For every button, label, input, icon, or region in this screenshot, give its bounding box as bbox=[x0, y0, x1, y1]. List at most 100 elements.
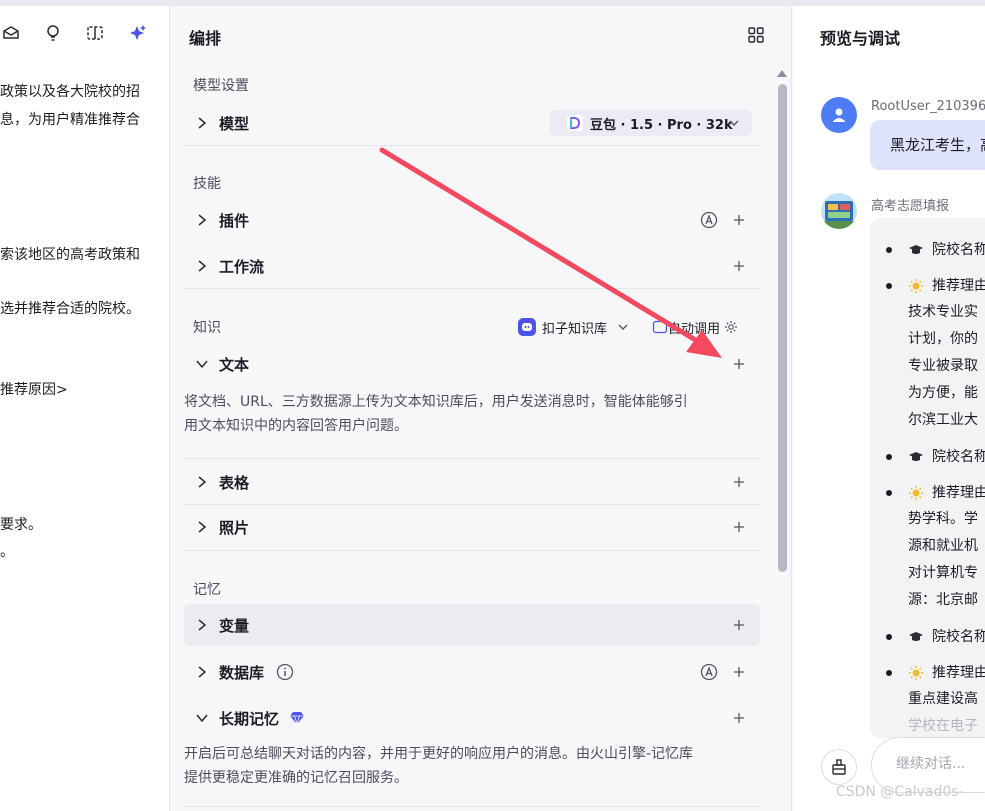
row-photo[interactable]: 照片 bbox=[184, 506, 760, 548]
row-model-label: 模型 bbox=[219, 115, 250, 133]
bot-message-line: 源：北京邮 bbox=[908, 592, 978, 608]
row-long-memory[interactable]: 长期记忆 bbox=[184, 697, 760, 739]
sun-icon bbox=[909, 486, 923, 500]
plus-icon[interactable] bbox=[731, 212, 747, 228]
gear-icon[interactable] bbox=[724, 320, 738, 334]
divider bbox=[184, 288, 760, 289]
chevron-right-icon bbox=[198, 619, 207, 631]
row-database[interactable]: 数据库 bbox=[184, 651, 760, 693]
persona-panel: 政策以及各大院校的招 息，为用户精准推荐合 索该地区的高考政策和 选并推荐合适的院校。… bbox=[0, 6, 170, 811]
persona-prompt-line: 要求。 bbox=[0, 517, 42, 533]
knowledge-base-selector[interactable]: 扣子知识库 bbox=[518, 316, 629, 338]
bot-message-line: 计划，你的 bbox=[908, 331, 978, 347]
auto-call-toggle[interactable]: 自动调用 bbox=[652, 316, 738, 338]
sun-icon bbox=[909, 279, 923, 293]
info-icon[interactable] bbox=[276, 663, 294, 681]
chevron-right-icon bbox=[198, 476, 207, 488]
bot-avatar-image-icon bbox=[821, 193, 857, 229]
scroll-up-arrow-icon[interactable] bbox=[776, 68, 788, 78]
chevron-down-icon bbox=[196, 360, 208, 369]
chat-input[interactable] bbox=[896, 756, 985, 772]
bot-message-line: 学校在电子 bbox=[908, 718, 978, 734]
chevron-right-icon bbox=[198, 666, 207, 678]
row-plugins-label: 插件 bbox=[219, 212, 250, 230]
graduation-cap-icon bbox=[909, 452, 923, 461]
auto-call-a-icon[interactable] bbox=[700, 211, 718, 229]
row-workflow[interactable]: 工作流 bbox=[184, 245, 760, 287]
split-view-icon[interactable] bbox=[84, 22, 106, 44]
persona-prompt-line: 政策以及各大院校的招 bbox=[0, 84, 140, 100]
graduation-cap-icon bbox=[909, 632, 923, 641]
auto-call-icon bbox=[652, 320, 668, 334]
orchestration-panel: 编排 模型设置 模型 豆包 · 1.5 · Pro · 32k 技能 插件 工作… bbox=[170, 6, 792, 811]
plus-icon[interactable] bbox=[731, 664, 747, 680]
section-model-settings: 模型设置 bbox=[193, 78, 249, 94]
user-message-text: 黑龙江考生，高 bbox=[890, 136, 985, 154]
bot-message-line: 尔滨工业大 bbox=[908, 412, 978, 428]
auto-call-label: 自动调用 bbox=[668, 321, 721, 337]
premium-diamond-icon bbox=[290, 712, 304, 725]
list-bullet bbox=[886, 247, 892, 253]
knowledge-base-name: 扣子知识库 bbox=[542, 321, 608, 337]
plus-icon[interactable] bbox=[731, 474, 747, 490]
list-bullet bbox=[886, 490, 892, 496]
row-table-label: 表格 bbox=[219, 474, 250, 492]
plus-icon[interactable] bbox=[731, 617, 747, 633]
divider bbox=[184, 458, 760, 459]
row-photo-label: 照片 bbox=[219, 519, 250, 537]
ai-optimize-icon[interactable] bbox=[127, 22, 149, 44]
plus-icon[interactable] bbox=[731, 710, 747, 726]
divider bbox=[184, 145, 760, 146]
bot-avatar bbox=[821, 193, 857, 229]
row-plugins[interactable]: 插件 bbox=[184, 199, 760, 241]
bot-message-bubble: 院校名称 推荐理由 技术专业实 计划，你的 专业被录取 为方便，能 尔滨工业大 院校名称 推荐理… bbox=[870, 218, 985, 738]
doubao-logo-icon bbox=[567, 115, 583, 131]
bot-message-line: 推荐理由 bbox=[932, 485, 985, 501]
user-name: RootUser_2103968 bbox=[871, 99, 985, 114]
user-icon bbox=[832, 108, 846, 122]
text-knowledge-description: 将文档、URL、三方数据源上传为文本知识库后，用户发送消息时，智能体能够引 用文… bbox=[184, 390, 760, 438]
row-variables[interactable]: 变量 bbox=[184, 604, 760, 646]
persona-prompt-line: 选并推荐合适的院校。 bbox=[0, 301, 140, 317]
chevron-right-icon bbox=[198, 260, 207, 272]
row-text[interactable]: 文本 bbox=[184, 343, 760, 385]
text-knowledge-description-line: 用文本知识中的内容回答用户问题。 bbox=[184, 418, 408, 434]
divider bbox=[184, 550, 760, 551]
chevron-right-icon bbox=[198, 214, 207, 226]
row-text-label: 文本 bbox=[219, 356, 250, 374]
lightbulb-icon[interactable] bbox=[42, 22, 64, 44]
long-memory-description-line: 提供更稳定更准确的记忆召回服务。 bbox=[184, 770, 408, 786]
bot-message-line: 院校名称 bbox=[932, 629, 985, 645]
row-table[interactable]: 表格 bbox=[184, 461, 760, 503]
preview-title: 预览与调试 bbox=[820, 29, 901, 48]
plus-icon[interactable] bbox=[731, 356, 747, 372]
plus-icon[interactable] bbox=[731, 258, 747, 274]
plus-icon[interactable] bbox=[731, 519, 747, 535]
clear-history-button[interactable] bbox=[821, 749, 857, 785]
persona-prompt-line: 索该地区的高考政策和 bbox=[0, 247, 140, 263]
scrollbar-thumb[interactable] bbox=[778, 84, 787, 572]
csdn-watermark: CSDN @Calvad0s- bbox=[836, 784, 964, 800]
bot-message-line: 推荐理由 bbox=[932, 665, 985, 681]
bot-name: 高考志愿填报 bbox=[871, 199, 950, 214]
section-knowledge: 知识 bbox=[193, 320, 221, 336]
bot-message-line: 院校名称 bbox=[932, 242, 985, 258]
prompt-library-icon[interactable] bbox=[0, 22, 22, 44]
row-variables-label: 变量 bbox=[219, 617, 250, 635]
persona-toolbar bbox=[0, 22, 169, 46]
bot-message-line: 院校名称 bbox=[932, 449, 985, 465]
graduation-cap-icon bbox=[909, 245, 923, 254]
long-memory-description: 开启后可总结聊天对话的内容，并用于更好的响应用户的消息。由火山引擎-记忆库 提供… bbox=[184, 742, 760, 790]
chevron-down-icon bbox=[618, 324, 628, 330]
long-memory-description-line: 开启后可总结聊天对话的内容，并用于更好的响应用户的消息。由火山引擎-记忆库 bbox=[184, 746, 694, 762]
chevron-right-icon bbox=[198, 521, 207, 533]
bot-message-line: 技术专业实 bbox=[908, 304, 978, 320]
auto-call-a-icon[interactable] bbox=[700, 663, 718, 681]
chevron-down-icon bbox=[729, 120, 739, 126]
row-database-label: 数据库 bbox=[219, 664, 265, 682]
divider bbox=[184, 806, 760, 807]
layout-grid-icon[interactable] bbox=[747, 26, 765, 44]
persona-prompt-line: 推荐原因> bbox=[0, 382, 68, 398]
model-selector[interactable]: 豆包 · 1.5 · Pro · 32k bbox=[550, 110, 752, 136]
coze-logo-icon bbox=[518, 318, 536, 336]
